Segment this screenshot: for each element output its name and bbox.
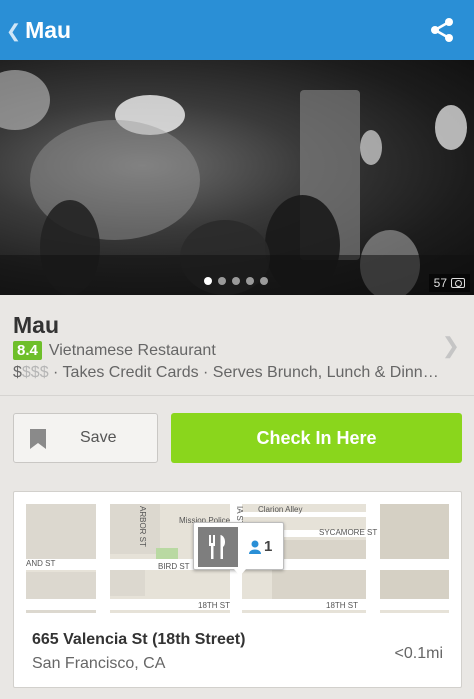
- friends-count: 1: [264, 538, 273, 555]
- check-in-button[interactable]: Check In Here: [171, 413, 462, 463]
- address-city: San Francisco, CA: [32, 655, 166, 672]
- pager-dot[interactable]: [260, 277, 268, 285]
- street-label: SYCAMORE ST: [319, 528, 378, 537]
- street-label: Clarion Alley: [258, 505, 303, 514]
- venue-pin[interactable]: 1: [193, 522, 284, 576]
- photo-pager[interactable]: [204, 277, 268, 285]
- street-label: BIRD ST: [158, 562, 190, 571]
- venue-info[interactable]: Mau 8.4 Vietnamese Restaurant $$$$ · Tak…: [0, 295, 474, 395]
- attributes-text: · Takes Credit Cards · Serves Brunch, Lu…: [48, 364, 439, 381]
- pager-dot[interactable]: [204, 277, 212, 285]
- pager-dot[interactable]: [232, 277, 240, 285]
- venue-name: Mau: [13, 312, 59, 338]
- fork-knife-icon: [198, 527, 238, 567]
- street-label: ARBOR ST: [138, 506, 147, 547]
- action-bar-title[interactable]: Mau: [25, 17, 71, 44]
- street-label: 18TH ST: [326, 601, 359, 610]
- score-badge: 8.4: [13, 341, 42, 360]
- photo-count: 57: [433, 276, 447, 290]
- action-buttons: Save Check In Here: [0, 413, 474, 463]
- chevron-left-icon[interactable]: ❮: [6, 21, 21, 42]
- score-row: 8.4 Vietnamese Restaurant: [13, 341, 216, 360]
- bookmark-icon: [30, 429, 46, 449]
- location-card[interactable]: ARBOR ST Mission Police IA ST Clarion Al…: [13, 491, 462, 688]
- person-icon: [249, 540, 261, 554]
- chevron-right-icon: ❯: [441, 333, 460, 358]
- save-button[interactable]: Save: [13, 413, 158, 463]
- address-street: 665 Valencia St (18th Street): [32, 631, 246, 648]
- venue-category: Vietnamese Restaurant: [48, 341, 216, 359]
- divider: [0, 395, 474, 396]
- photo-count-badge[interactable]: 57: [428, 274, 470, 292]
- venue-attributes: $$$$ · Takes Credit Cards · Serves Brunc…: [13, 364, 463, 382]
- street-label: 18TH ST: [198, 601, 231, 610]
- save-label: Save: [80, 429, 117, 446]
- price-tier-empty: $$$: [21, 364, 49, 381]
- venue-photo[interactable]: [0, 60, 474, 295]
- pager-dot[interactable]: [218, 277, 226, 285]
- action-bar: ❮ Mau: [0, 0, 474, 60]
- street-label: AND ST: [26, 559, 56, 568]
- price-tier-filled: $: [13, 364, 22, 381]
- venue-map[interactable]: ARBOR ST Mission Police IA ST Clarion Al…: [26, 504, 449, 613]
- camera-icon: [451, 278, 465, 288]
- pager-dot[interactable]: [246, 277, 254, 285]
- distance: <0.1mi: [394, 645, 443, 662]
- share-icon[interactable]: [428, 16, 456, 44]
